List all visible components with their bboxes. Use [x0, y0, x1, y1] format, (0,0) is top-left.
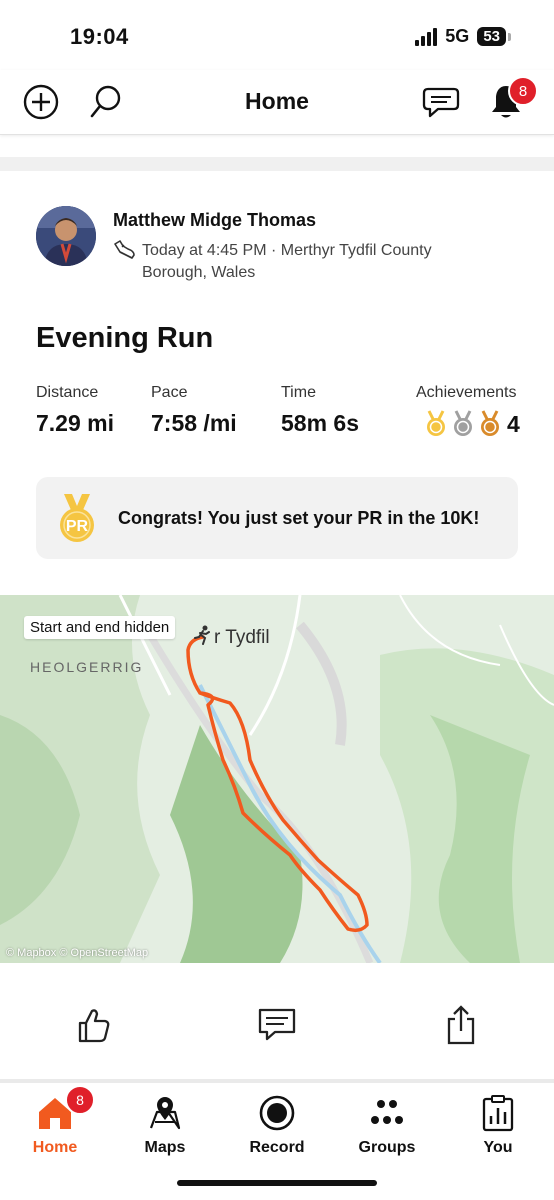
gold-medal-icon — [427, 410, 445, 436]
activity-actions — [0, 1000, 554, 1050]
stat-value-time: 58m 6s — [281, 410, 360, 436]
start-end-hidden-label: Start and end hidden — [24, 616, 176, 639]
chat-icon — [422, 87, 460, 118]
thumbs-up-icon — [78, 1009, 110, 1043]
page-title: Home — [245, 88, 309, 114]
runner-icon — [194, 625, 210, 645]
network-type: 5G — [445, 26, 470, 46]
tab-you[interactable]: You — [443, 1083, 553, 1163]
status-time: 19:04 — [70, 24, 129, 49]
tab-groups[interactable]: Groups — [332, 1083, 442, 1163]
stat-value-distance: 7.29 mi — [36, 410, 114, 436]
top-header: Home — [0, 70, 554, 135]
pr-badge-text: PR — [66, 518, 89, 535]
signal-icon — [415, 27, 438, 46]
tab-label-maps: Maps — [144, 1139, 186, 1156]
stat-value-pace: 7:58 /mi — [151, 410, 237, 436]
stat-label-pace: Pace — [151, 384, 188, 401]
home-indicator[interactable] — [177, 1180, 377, 1186]
tab-record[interactable]: Record — [222, 1083, 332, 1163]
activity-title[interactable]: Evening Run — [36, 322, 213, 355]
pr-message: Congrats! You just set your PR in the 10… — [118, 508, 480, 528]
shoe-icon — [112, 238, 136, 262]
avatar[interactable] — [36, 206, 96, 266]
battery-icon: 53 — [477, 27, 511, 46]
share-icon — [447, 1005, 475, 1045]
route-map[interactable]: Start and end hidden r Tydfil HEOLGERRIG… — [0, 595, 554, 963]
tab-maps[interactable]: Maps — [110, 1083, 220, 1163]
map-area-label: HEOLGERRIG — [30, 659, 144, 675]
tab-label-groups: Groups — [358, 1139, 416, 1156]
map-pin-icon — [149, 1097, 181, 1130]
record-icon — [259, 1095, 295, 1131]
tab-home[interactable]: Home 8 — [0, 1083, 110, 1163]
home-badge: 8 — [65, 1085, 95, 1115]
tab-label-you: You — [483, 1139, 513, 1156]
messages-button[interactable] — [421, 82, 461, 122]
bronze-medal-icon — [481, 410, 499, 436]
tab-label-record: Record — [249, 1139, 305, 1156]
tab-label-home: Home — [32, 1139, 78, 1156]
silver-medal-icon — [454, 410, 472, 436]
kudos-button[interactable] — [67, 1000, 117, 1050]
map-town-label: r Tydfil — [214, 627, 270, 648]
avatar-image — [36, 206, 96, 266]
notification-badge: 8 — [508, 76, 538, 106]
pr-card[interactable]: PR Congrats! You just set your PR in the… — [36, 477, 518, 559]
comment-icon — [258, 1008, 296, 1041]
feed-divider — [0, 157, 554, 171]
clipboard-chart-icon — [482, 1095, 514, 1132]
map-canvas — [0, 595, 554, 963]
athlete-name[interactable]: Matthew Midge Thomas — [113, 210, 316, 231]
map-attribution[interactable]: © Mapbox © OpenStreetMap — [6, 947, 148, 959]
share-button[interactable] — [436, 1000, 486, 1050]
stat-label-time: Time — [281, 384, 316, 401]
achievements-count: 4 — [507, 410, 520, 437]
status-indicators: 5G 53 — [415, 26, 511, 47]
stat-label-distance: Distance — [36, 384, 99, 401]
groups-icon — [371, 1100, 403, 1124]
activity-meta: Today at 4:45 PM · Merthyr Tydfil County… — [142, 242, 432, 281]
stat-label-achievements: Achievements — [416, 384, 517, 401]
comment-button[interactable] — [252, 1000, 302, 1050]
achievements-medals[interactable]: 4 — [424, 410, 520, 438]
pr-medal-icon: PR — [60, 494, 94, 542]
